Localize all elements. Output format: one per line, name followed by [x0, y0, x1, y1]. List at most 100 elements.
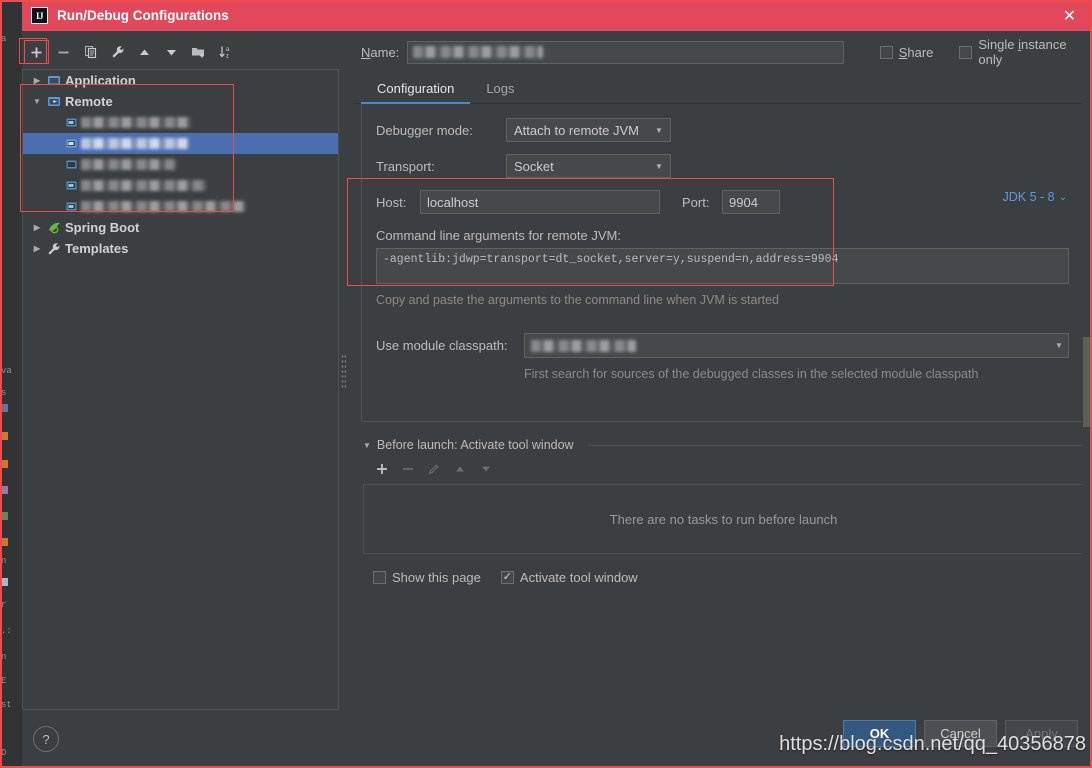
remote-config-icon [63, 201, 81, 213]
help-button[interactable]: ? [33, 726, 59, 752]
tree-node-remote-config-1[interactable] [23, 112, 338, 133]
empty-list-message: There are no tasks to run before launch [609, 511, 838, 527]
ghost-text: r [1, 600, 7, 610]
transport-value: Socket [514, 158, 554, 174]
chevron-down-icon[interactable]: ▼ [29, 97, 45, 106]
templates-icon [45, 242, 63, 256]
chevron-down-icon[interactable]: ▼ [363, 441, 371, 450]
add-task-button[interactable] [371, 458, 393, 480]
before-launch-options: Show this page ✓ Activate tool window [363, 570, 1084, 585]
port-label: Port: [682, 194, 710, 210]
tree-node-application[interactable]: ▶ Application [23, 70, 338, 91]
close-icon[interactable]: ✕ [1047, 0, 1092, 31]
before-launch-section: ▼ Before launch: Activate tool window Th… [363, 438, 1084, 585]
ghost-text: E [1, 676, 7, 686]
name-input[interactable] [407, 40, 844, 64]
single-instance-only-checkbox[interactable]: Single instance only [959, 37, 1092, 67]
debugger-mode-select[interactable]: Attach to remote JVM ▼ [506, 118, 671, 142]
redacted-config-name [81, 180, 206, 191]
redacted-config-name [81, 138, 189, 149]
remove-configuration-button[interactable] [51, 40, 76, 64]
tab-logs[interactable]: Logs [470, 77, 530, 103]
ghost-chip [2, 432, 8, 440]
ghost-chip [2, 486, 8, 494]
jdk-version-selector[interactable]: JDK 5 - 8 ⌄ [1003, 190, 1068, 204]
chevron-right-icon[interactable]: ▶ [29, 76, 45, 85]
before-launch-task-list[interactable]: There are no tasks to run before launch [363, 484, 1084, 554]
command-line-arguments-label: Command line arguments for remote JVM: [376, 228, 621, 243]
name-label: Name: [361, 44, 400, 60]
tree-node-templates[interactable]: ▶ Templates [23, 238, 338, 259]
single-instance-checkbox-box[interactable] [959, 45, 973, 59]
port-input[interactable]: 9904 [722, 190, 780, 214]
wrench-icon[interactable] [105, 40, 130, 64]
chevron-right-icon[interactable]: ▶ [29, 244, 45, 253]
cancel-button[interactable]: Cancel [924, 720, 997, 747]
ok-button[interactable]: OK [843, 720, 916, 747]
redacted-config-name [81, 201, 246, 212]
remote-config-icon [63, 138, 81, 150]
command-line-arguments-textarea[interactable]: -agentlib:jdwp=transport=dt_socket,serve… [376, 248, 1069, 284]
arrow-down-icon[interactable] [159, 40, 184, 64]
activate-tool-window-checkbox[interactable]: ✓ Activate tool window [500, 570, 638, 585]
tree-node-spring-boot[interactable]: ▶ Spring Boot [23, 217, 338, 238]
configurations-tree[interactable]: ▶ Application ▼ Remote ▶ Spring Boot ▶ T… [22, 69, 339, 710]
transport-label: Transport: [376, 158, 435, 174]
ghost-chip [2, 512, 8, 520]
host-input[interactable]: localhost [420, 190, 660, 214]
jdk-version-label: JDK 5 - 8 [1002, 190, 1055, 204]
share-checkbox[interactable]: Share [879, 44, 934, 60]
tree-node-label: Templates [65, 241, 129, 256]
tree-node-label: Application [65, 73, 136, 88]
arrow-up-icon[interactable] [132, 40, 157, 64]
move-task-up-button [449, 458, 471, 480]
scrollbar-thumb[interactable] [1083, 336, 1091, 427]
sort-az-icon[interactable]: a z [213, 40, 238, 64]
svg-text:z: z [226, 54, 229, 60]
ghost-text: n [1, 652, 7, 662]
folder-add-icon[interactable] [186, 40, 211, 64]
chevron-down-icon[interactable]: ▼ [1050, 341, 1068, 350]
redacted-config-name [81, 159, 176, 170]
ghost-text: a [1, 34, 7, 44]
tree-node-remote-config-4[interactable] [23, 175, 338, 196]
transport-select[interactable]: Socket ▼ [506, 154, 671, 178]
dialog-action-buttons: OK Cancel Apply [843, 720, 1078, 747]
dialog-titlebar: IJ Run/Debug Configurations ✕ [22, 0, 1092, 31]
panel-splitter[interactable] [339, 31, 348, 710]
chevron-down-icon[interactable]: ▼ [648, 162, 670, 171]
show-this-page-checkbox-box[interactable] [373, 571, 386, 584]
chevron-down-icon[interactable]: ⌄ [1059, 192, 1067, 203]
debugger-mode-label: Debugger mode: [376, 122, 473, 138]
copy-configuration-button[interactable] [78, 40, 103, 64]
spring-boot-icon [45, 221, 63, 235]
tree-node-remote-config-3[interactable] [23, 154, 338, 175]
dialog-title: Run/Debug Configurations [57, 8, 229, 23]
share-checkbox-box[interactable] [879, 45, 893, 59]
application-icon [45, 74, 63, 87]
tree-node-remote-config-5[interactable] [23, 196, 338, 217]
redacted-classpath-value [531, 339, 636, 352]
before-launch-title: Before launch: Activate tool window [376, 438, 574, 452]
add-configuration-button[interactable] [24, 40, 49, 64]
splitter-grip-icon [341, 353, 346, 388]
share-label: Share [898, 44, 934, 60]
activate-tool-window-checkbox-box[interactable]: ✓ [500, 571, 514, 584]
tree-node-label: Spring Boot [65, 220, 140, 235]
tab-configuration[interactable]: Configuration [361, 77, 471, 104]
edit-task-button [423, 458, 445, 480]
chevron-down-icon[interactable]: ▼ [648, 126, 670, 135]
module-classpath-select[interactable]: ▼ [524, 333, 1069, 358]
debugger-mode-row: Debugger mode: Attach to remote JVM ▼ [362, 118, 1083, 142]
vertical-scrollbar[interactable] [1082, 31, 1092, 710]
host-label: Host: [376, 194, 407, 210]
redacted-config-name [81, 117, 191, 128]
chevron-right-icon[interactable]: ▶ [29, 223, 45, 232]
remote-config-icon [63, 117, 81, 129]
show-this-page-checkbox[interactable]: Show this page [373, 570, 481, 585]
run-debug-configurations-dialog: IJ Run/Debug Configurations ✕ a z ▶ Appl… [22, 0, 1092, 768]
tree-node-remote[interactable]: ▼ Remote [23, 91, 338, 112]
before-launch-toolbar [371, 458, 1084, 480]
before-launch-header[interactable]: ▼ Before launch: Activate tool window [363, 438, 1084, 452]
tree-node-remote-config-2[interactable] [23, 133, 338, 154]
